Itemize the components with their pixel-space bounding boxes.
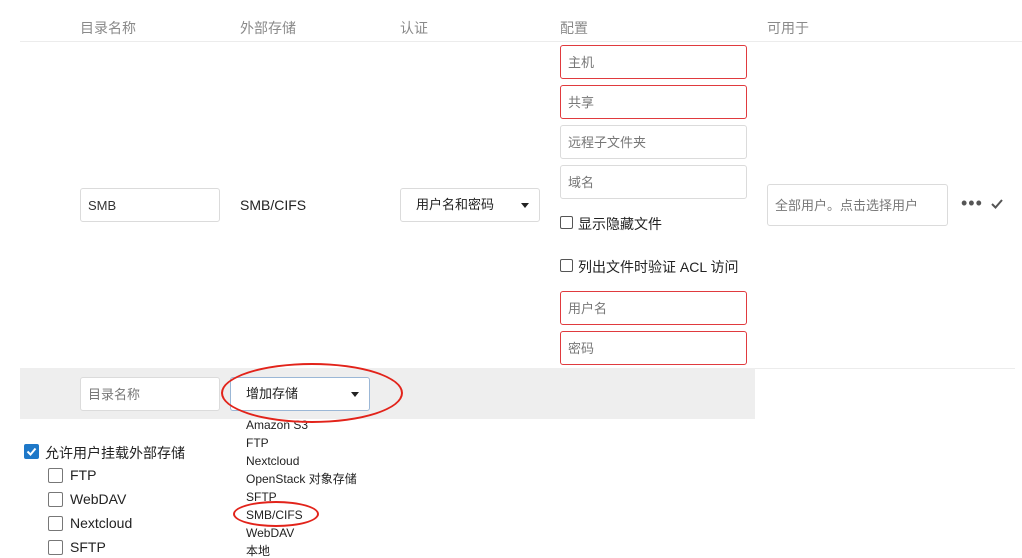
backend-label-sftp: SFTP bbox=[70, 539, 106, 555]
backend-checkbox-nextcloud[interactable] bbox=[48, 516, 63, 531]
remote-subfolder-input[interactable] bbox=[560, 125, 747, 159]
caret-down-icon bbox=[521, 203, 529, 208]
header-divider bbox=[20, 41, 1022, 42]
username-input[interactable] bbox=[560, 291, 747, 325]
show-hidden-label: 显示隐藏文件 bbox=[578, 216, 662, 232]
storage-option-ftp[interactable]: FTP bbox=[246, 434, 269, 452]
storage-option-openstack[interactable]: OpenStack 对象存储 bbox=[246, 470, 357, 488]
header-available-for: 可用于 bbox=[767, 20, 809, 36]
check-icon[interactable] bbox=[990, 198, 1004, 210]
header-authentication: 认证 bbox=[400, 20, 428, 36]
check-acl-label: 列出文件时验证 ACL 访问 bbox=[578, 259, 739, 275]
backend-label-ftp: FTP bbox=[70, 467, 97, 483]
annotation-ring-smb bbox=[233, 501, 319, 527]
header-external-storage: 外部存储 bbox=[240, 20, 296, 36]
allow-user-mount-checkbox[interactable] bbox=[24, 444, 39, 459]
storage-option-local[interactable]: 本地 bbox=[246, 542, 270, 558]
backend-checkbox-webdav[interactable] bbox=[48, 492, 63, 507]
applicable-users-input[interactable] bbox=[767, 184, 948, 226]
backend-checkbox-ftp[interactable] bbox=[48, 468, 63, 483]
show-hidden-checkbox[interactable] bbox=[560, 216, 573, 229]
domain-input[interactable] bbox=[560, 165, 747, 199]
header-configuration: 配置 bbox=[560, 20, 588, 36]
storage-type-label: SMB/CIFS bbox=[240, 197, 307, 213]
auth-select[interactable]: 用户名和密码 bbox=[400, 188, 540, 222]
ellipsis-icon[interactable]: ••• bbox=[961, 193, 983, 214]
backend-label-webdav: WebDAV bbox=[70, 491, 127, 507]
annotation-ring-add-storage bbox=[221, 363, 403, 423]
password-input[interactable] bbox=[560, 331, 747, 365]
row-divider bbox=[755, 368, 1015, 369]
backend-checkbox-sftp[interactable] bbox=[48, 540, 63, 555]
check-acl-checkbox[interactable] bbox=[560, 259, 573, 272]
share-input[interactable] bbox=[560, 85, 747, 119]
header-folder-name: 目录名称 bbox=[80, 20, 136, 36]
auth-select-value: 用户名和密码 bbox=[416, 197, 495, 212]
storage-option-nextcloud[interactable]: Nextcloud bbox=[246, 452, 299, 470]
allow-user-mount-label: 允许用户挂载外部存储 bbox=[45, 445, 185, 461]
backend-label-nextcloud: Nextcloud bbox=[70, 515, 133, 531]
new-folder-name-input[interactable] bbox=[80, 377, 220, 411]
host-input[interactable] bbox=[560, 45, 747, 79]
checkmark-icon bbox=[26, 447, 37, 456]
folder-name-input[interactable] bbox=[80, 188, 220, 222]
